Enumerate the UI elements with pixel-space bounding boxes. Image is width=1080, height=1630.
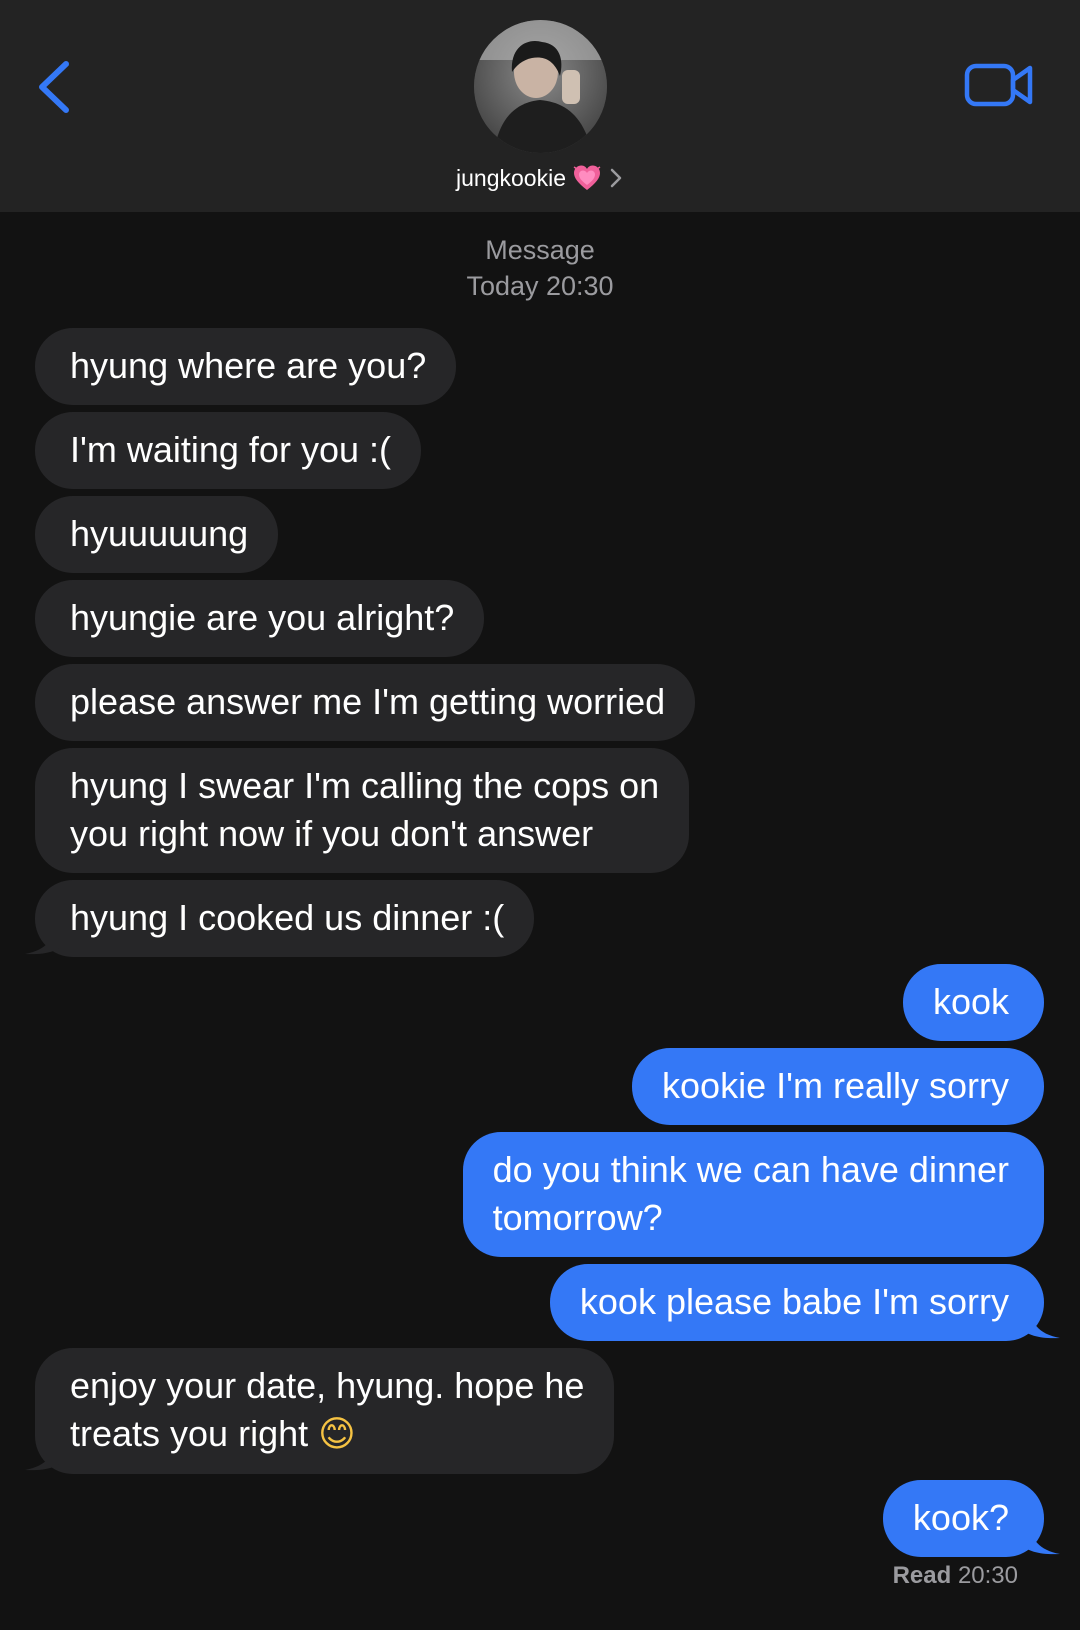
read-receipt: Read 20:30: [893, 1562, 1018, 1590]
message-bubble-incoming[interactable]: hyung where are you?: [35, 328, 457, 405]
message-bubble-incoming[interactable]: hyungie are you alright?: [35, 580, 485, 657]
message-text: hyung I cooked us dinner :(: [70, 897, 505, 938]
message-text-line: treats you right 😊: [70, 1410, 584, 1459]
date-label: Today 20:30: [466, 271, 614, 301]
message-text-line: do you think we can have dinner: [492, 1149, 1009, 1190]
message-text: hyung where are you?: [70, 345, 427, 386]
message-bubble-incoming[interactable]: hyuuuuung: [35, 496, 279, 573]
contact-name: jungkookie: [456, 164, 566, 191]
bubble-tail: [1020, 1522, 1060, 1555]
message-text: kook?: [912, 1497, 1009, 1538]
message-text: kookie I'm really sorry: [662, 1065, 1009, 1106]
message-bubble-outgoing[interactable]: do you think we can have dinner tomorrow…: [462, 1132, 1044, 1257]
heart-icon: [573, 165, 601, 190]
message-bubble-outgoing[interactable]: kook: [902, 964, 1044, 1041]
video-call-button[interactable]: [964, 60, 1036, 110]
read-status: Read: [892, 1562, 952, 1589]
message-text-line: enjoy your date, hyung. hope he: [70, 1365, 585, 1406]
service-label: Message: [485, 235, 595, 265]
message-text: treats you right: [70, 1413, 309, 1454]
video-camera-icon: [964, 63, 1033, 107]
message-text: hyungie are you alright?: [70, 597, 455, 638]
message-text: kook please babe I'm sorry: [579, 1281, 1009, 1322]
message-bubble-incoming[interactable]: I'm waiting for you :(: [35, 412, 421, 489]
bubble-tail: [1020, 1306, 1060, 1339]
message-text-line: you right now if you don't answer: [70, 813, 594, 854]
message-bubble-outgoing[interactable]: kook please babe I'm sorry: [549, 1264, 1044, 1341]
message-bubble-incoming[interactable]: hyung I swear I'm calling the cops on yo…: [35, 748, 690, 873]
message-bubble-incoming[interactable]: hyung I cooked us dinner :(: [35, 880, 535, 957]
message-bubble-outgoing[interactable]: kookie I'm really sorry: [632, 1048, 1044, 1125]
back-button[interactable]: [30, 52, 84, 122]
bubble-tail: [25, 922, 65, 955]
message-bubble-incoming[interactable]: enjoy your date, hyung. hope he treats y…: [35, 1348, 615, 1474]
message-text: kook: [932, 981, 1009, 1022]
conversation-header: jungkookie: [0, 0, 1080, 212]
avatar-photo: [474, 20, 607, 153]
contact-name-row[interactable]: jungkookie: [0, 160, 1080, 196]
smiling-face-emoji: 😊: [318, 1414, 356, 1455]
message-text-line: hyung I swear I'm calling the cops on: [70, 765, 660, 806]
message-text-line: tomorrow?: [492, 1197, 663, 1238]
chevron-right-icon: [610, 168, 622, 188]
thread-timestamp: Message Today 20:30: [0, 232, 1080, 304]
message-bubble-incoming[interactable]: please answer me I'm getting worried: [35, 664, 696, 741]
contact-avatar[interactable]: [474, 20, 607, 153]
read-time: 20:30: [957, 1562, 1018, 1589]
bubble-tail: [25, 1438, 65, 1471]
message-text: I'm waiting for you :(: [70, 429, 391, 470]
chevron-left-icon: [39, 61, 69, 113]
message-text: hyuuuuung: [70, 513, 249, 554]
message-text: please answer me I'm getting worried: [70, 681, 666, 722]
